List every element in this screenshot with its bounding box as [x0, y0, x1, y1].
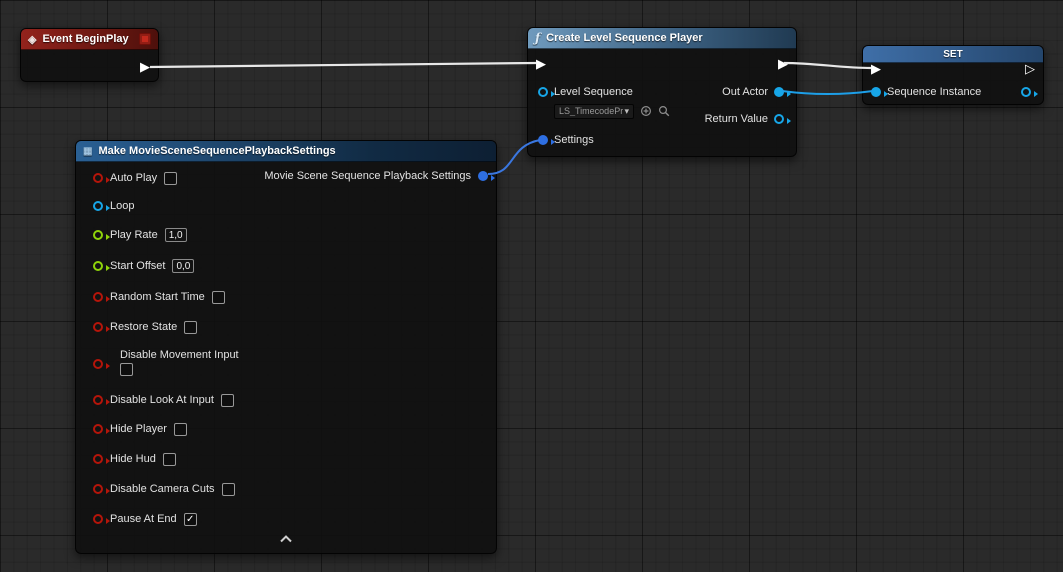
node-set-sequence-instance[interactable]: SET ▶ ▷ Sequence Instance	[862, 45, 1044, 105]
use-asset-icon[interactable]	[640, 105, 652, 117]
pin-label: Out Actor	[722, 84, 768, 100]
node-create-level-sequence-player[interactable]: ƒ Create Level Sequence Player ▶ ▶ Level…	[527, 27, 797, 157]
random-start-time-checkbox[interactable]	[212, 291, 225, 304]
disable-movement-input-checkbox[interactable]	[120, 363, 133, 376]
pin-label: Sequence Instance	[887, 84, 981, 100]
pin-row-auto-play: Auto Play	[93, 170, 177, 186]
pin-row-level-sequence: Level Sequence	[538, 84, 633, 100]
blueprint-graph-canvas[interactable]: ◈ Event BeginPlay ▶ ƒ Create Level Seque…	[0, 0, 1063, 572]
node-make-playback-settings[interactable]: ▦ Make MovieSceneSequencePlaybackSetting…	[75, 140, 497, 554]
collapse-chevron-icon[interactable]	[279, 535, 293, 543]
pin-row-hide-player: Hide Player	[93, 421, 187, 437]
pin-label: Loop	[110, 198, 134, 214]
pause-at-end-pin[interactable]	[93, 514, 103, 524]
disable-movement-input-pin[interactable]	[93, 359, 103, 369]
pin-row-output: Movie Scene Sequence Playback Settings	[264, 168, 488, 184]
event-node-header[interactable]: ◈ Event BeginPlay	[21, 29, 158, 50]
chevron-down-icon: ▾	[624, 106, 629, 117]
level-sequence-dropdown[interactable]: LS_TimecodePr ▾	[554, 104, 634, 119]
hide-player-pin[interactable]	[93, 424, 103, 434]
node-title: Event BeginPlay	[42, 33, 128, 45]
auto-play-pin[interactable]	[93, 173, 103, 183]
pin-label: Hide Player	[110, 421, 167, 437]
set-output-pin[interactable]	[1021, 87, 1031, 97]
function-icon: ƒ	[535, 31, 540, 45]
pin-label: Movie Scene Sequence Playback Settings	[264, 168, 471, 184]
node-title: SET	[943, 49, 962, 60]
level-sequence-pin[interactable]	[538, 87, 548, 97]
random-start-time-pin[interactable]	[93, 292, 103, 302]
pin-row-settings: Settings	[538, 132, 594, 148]
pin-label: Disable Camera Cuts	[110, 481, 215, 497]
set-node-header[interactable]: SET	[863, 46, 1043, 63]
start-offset-pin[interactable]	[93, 261, 103, 271]
pin-row-hide-hud: Hide Hud	[93, 451, 176, 467]
exec-in-pin[interactable]: ▶	[536, 57, 546, 70]
out-actor-pin[interactable]	[774, 87, 784, 97]
pin-label: Auto Play	[110, 170, 157, 186]
level-sequence-default-row: LS_TimecodePr ▾	[554, 103, 670, 119]
playback-settings-output-pin[interactable]	[478, 171, 488, 181]
pin-label: Disable Movement Input	[120, 347, 239, 363]
event-badge-icon	[139, 33, 151, 45]
search-icon[interactable]	[658, 105, 670, 117]
pin-row-play-rate: Play Rate 1,0	[93, 227, 187, 243]
pin-row-disable-movement-input: Disable Movement Input	[93, 347, 473, 379]
exec-out-pin[interactable]: ▷	[1025, 62, 1035, 75]
dropdown-value: LS_TimecodePr	[559, 106, 623, 116]
pin-label: Disable Look At Input	[110, 392, 214, 408]
hide-player-checkbox[interactable]	[174, 423, 187, 436]
hide-hud-pin[interactable]	[93, 454, 103, 464]
play-rate-pin[interactable]	[93, 230, 103, 240]
node-title: Make MovieSceneSequencePlaybackSettings	[98, 145, 335, 157]
pin-label: Random Start Time	[110, 289, 205, 305]
node-title: Create Level Sequence Player	[546, 32, 703, 44]
disable-camera-cuts-checkbox[interactable]	[222, 483, 235, 496]
pin-row-set-output	[1021, 84, 1031, 100]
pin-row-return-value: Return Value	[705, 111, 784, 127]
loop-pin[interactable]	[93, 201, 103, 211]
wire-beginplay-to-create	[150, 63, 536, 67]
pin-row-sequence-instance: Sequence Instance	[871, 84, 981, 100]
pin-row-loop: Loop	[93, 198, 134, 214]
exec-out-pin[interactable]: ▶	[140, 60, 150, 73]
pin-row-start-offset: Start Offset 0,0	[93, 258, 194, 274]
restore-state-pin[interactable]	[93, 322, 103, 332]
restore-state-checkbox[interactable]	[184, 321, 197, 334]
exec-in-pin[interactable]: ▶	[871, 62, 881, 75]
sequence-instance-pin[interactable]	[871, 87, 881, 97]
make-struct-icon: ▦	[83, 146, 92, 157]
pin-row-out-actor: Out Actor	[722, 84, 784, 100]
return-value-pin[interactable]	[774, 114, 784, 124]
wire-create-to-set	[784, 63, 871, 68]
pin-label: Settings	[554, 132, 594, 148]
pin-label: Pause At End	[110, 511, 177, 527]
disable-camera-cuts-pin[interactable]	[93, 484, 103, 494]
pin-label: Restore State	[110, 319, 177, 335]
pin-label: Hide Hud	[110, 451, 156, 467]
pin-row-random-start-time: Random Start Time	[93, 289, 225, 305]
hide-hud-checkbox[interactable]	[163, 453, 176, 466]
pin-label: Start Offset	[110, 258, 165, 274]
disable-look-at-input-checkbox[interactable]	[221, 394, 234, 407]
pin-row-disable-look-at-input: Disable Look At Input	[93, 392, 234, 408]
pin-label: Level Sequence	[554, 84, 633, 100]
pin-row-restore-state: Restore State	[93, 319, 197, 335]
pin-row-disable-camera-cuts: Disable Camera Cuts	[93, 481, 235, 497]
exec-out-pin[interactable]: ▶	[778, 57, 788, 70]
pin-label: Play Rate	[110, 227, 158, 243]
node-event-beginplay[interactable]: ◈ Event BeginPlay ▶	[20, 28, 159, 82]
start-offset-input[interactable]: 0,0	[172, 259, 194, 273]
pause-at-end-checkbox[interactable]: ✓	[184, 513, 197, 526]
pin-row-pause-at-end: Pause At End ✓	[93, 511, 197, 527]
disable-look-at-input-pin[interactable]	[93, 395, 103, 405]
create-node-header[interactable]: ƒ Create Level Sequence Player	[528, 28, 796, 49]
settings-pin[interactable]	[538, 135, 548, 145]
make-node-header[interactable]: ▦ Make MovieSceneSequencePlaybackSetting…	[76, 141, 496, 162]
event-icon: ◈	[28, 33, 36, 46]
auto-play-checkbox[interactable]	[164, 172, 177, 185]
play-rate-input[interactable]: 1,0	[165, 228, 187, 242]
pin-label: Return Value	[705, 111, 768, 127]
